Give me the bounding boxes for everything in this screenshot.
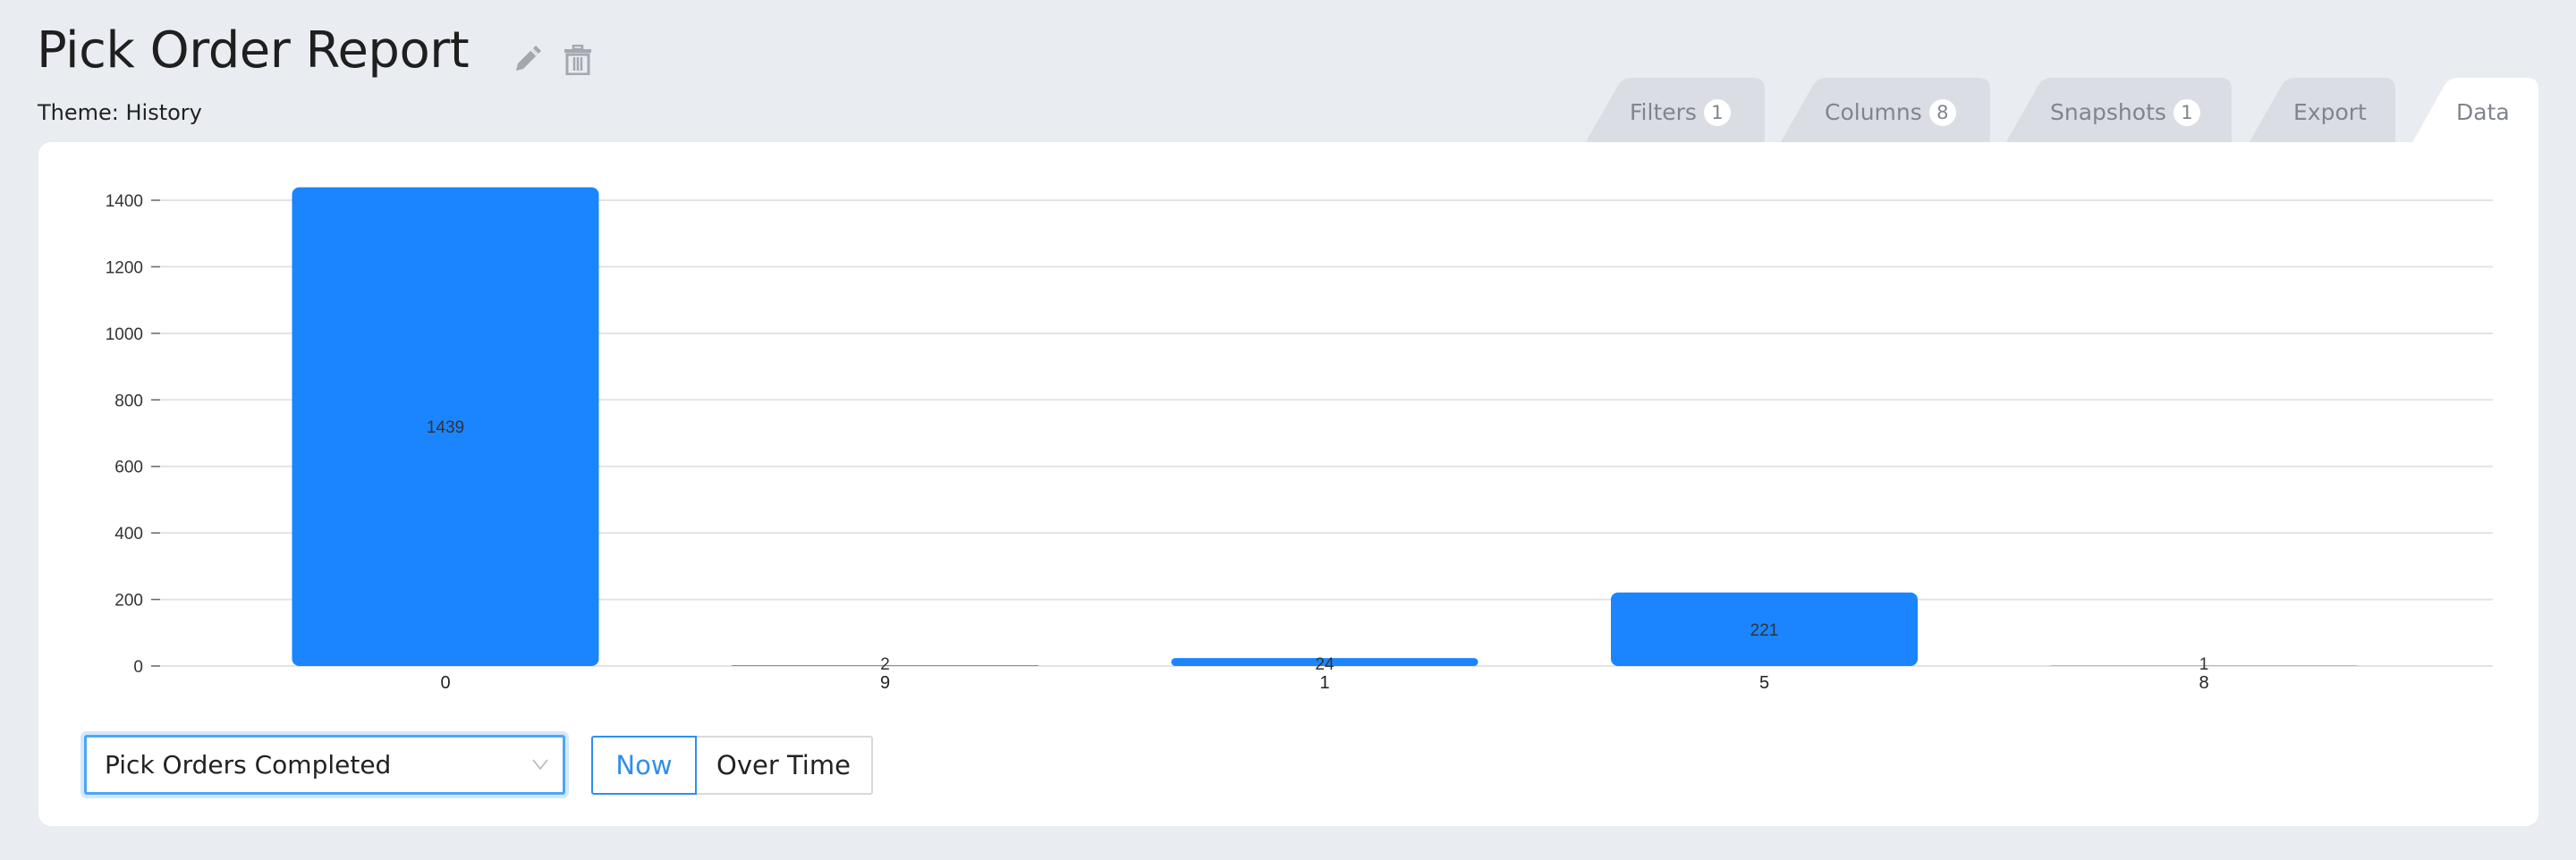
data-label: 1 — [2199, 655, 2209, 674]
tab-label: Snapshots — [2050, 98, 2166, 125]
data-label: 221 — [1750, 621, 1779, 640]
tab-columns[interactable]: Columns 8 — [1778, 78, 1990, 147]
now-button[interactable]: Now — [591, 736, 697, 795]
data-label: 1439 — [427, 418, 464, 437]
tab-filters[interactable]: Filters 1 — [1583, 78, 1765, 147]
y-tick-label: 0 — [133, 658, 143, 677]
y-tick-label: 600 — [114, 459, 143, 477]
tab-export[interactable]: Export — [2247, 78, 2395, 147]
trash-icon[interactable] — [564, 45, 592, 75]
data-panel: 0 200 400 600 800 1000 1200 1400 1439 0 2 9 24 1 221 5 1… — [38, 142, 2538, 826]
y-tick-label: 1400 — [106, 192, 143, 211]
columns-count-badge: 8 — [1928, 98, 1956, 126]
y-tick-label: 200 — [114, 592, 143, 611]
tab-data[interactable]: Data — [2410, 78, 2538, 148]
tab-label: Columns — [1825, 98, 1922, 125]
snapshots-count-badge: 1 — [2173, 98, 2200, 126]
y-tick-label: 1000 — [106, 325, 143, 344]
metric-select-value: Pick Orders Completed — [105, 750, 392, 780]
y-tick-label: 1200 — [106, 258, 143, 277]
theme-label: Theme: History — [38, 100, 202, 125]
x-tick-label: 0 — [440, 673, 450, 693]
x-tick-label: 9 — [880, 673, 890, 693]
tab-label: Filters — [1630, 98, 1697, 125]
data-label: 24 — [1315, 655, 1335, 674]
pencil-icon[interactable] — [513, 45, 542, 73]
filters-count-badge: 1 — [1703, 98, 1731, 126]
x-tick-label: 1 — [1319, 673, 1329, 693]
y-tick-label: 400 — [114, 525, 143, 544]
x-tick-label: 8 — [2199, 673, 2208, 693]
bar-chart: 0200400600800100012001400143902924122151… — [106, 187, 2493, 693]
tab-label: Data — [2456, 98, 2510, 125]
tab-label: Export — [2293, 98, 2367, 125]
tab-snapshots[interactable]: Snapshots 1 — [2004, 78, 2232, 147]
metric-select[interactable]: Pick Orders Completed — [84, 735, 565, 795]
chevron-down-icon — [532, 759, 548, 771]
x-tick-label: 5 — [1759, 673, 1769, 693]
over-time-button[interactable]: Over Time — [696, 736, 873, 795]
page-title: Pick Order Report — [37, 21, 470, 80]
y-tick-label: 800 — [114, 392, 143, 410]
data-label: 2 — [880, 655, 890, 674]
